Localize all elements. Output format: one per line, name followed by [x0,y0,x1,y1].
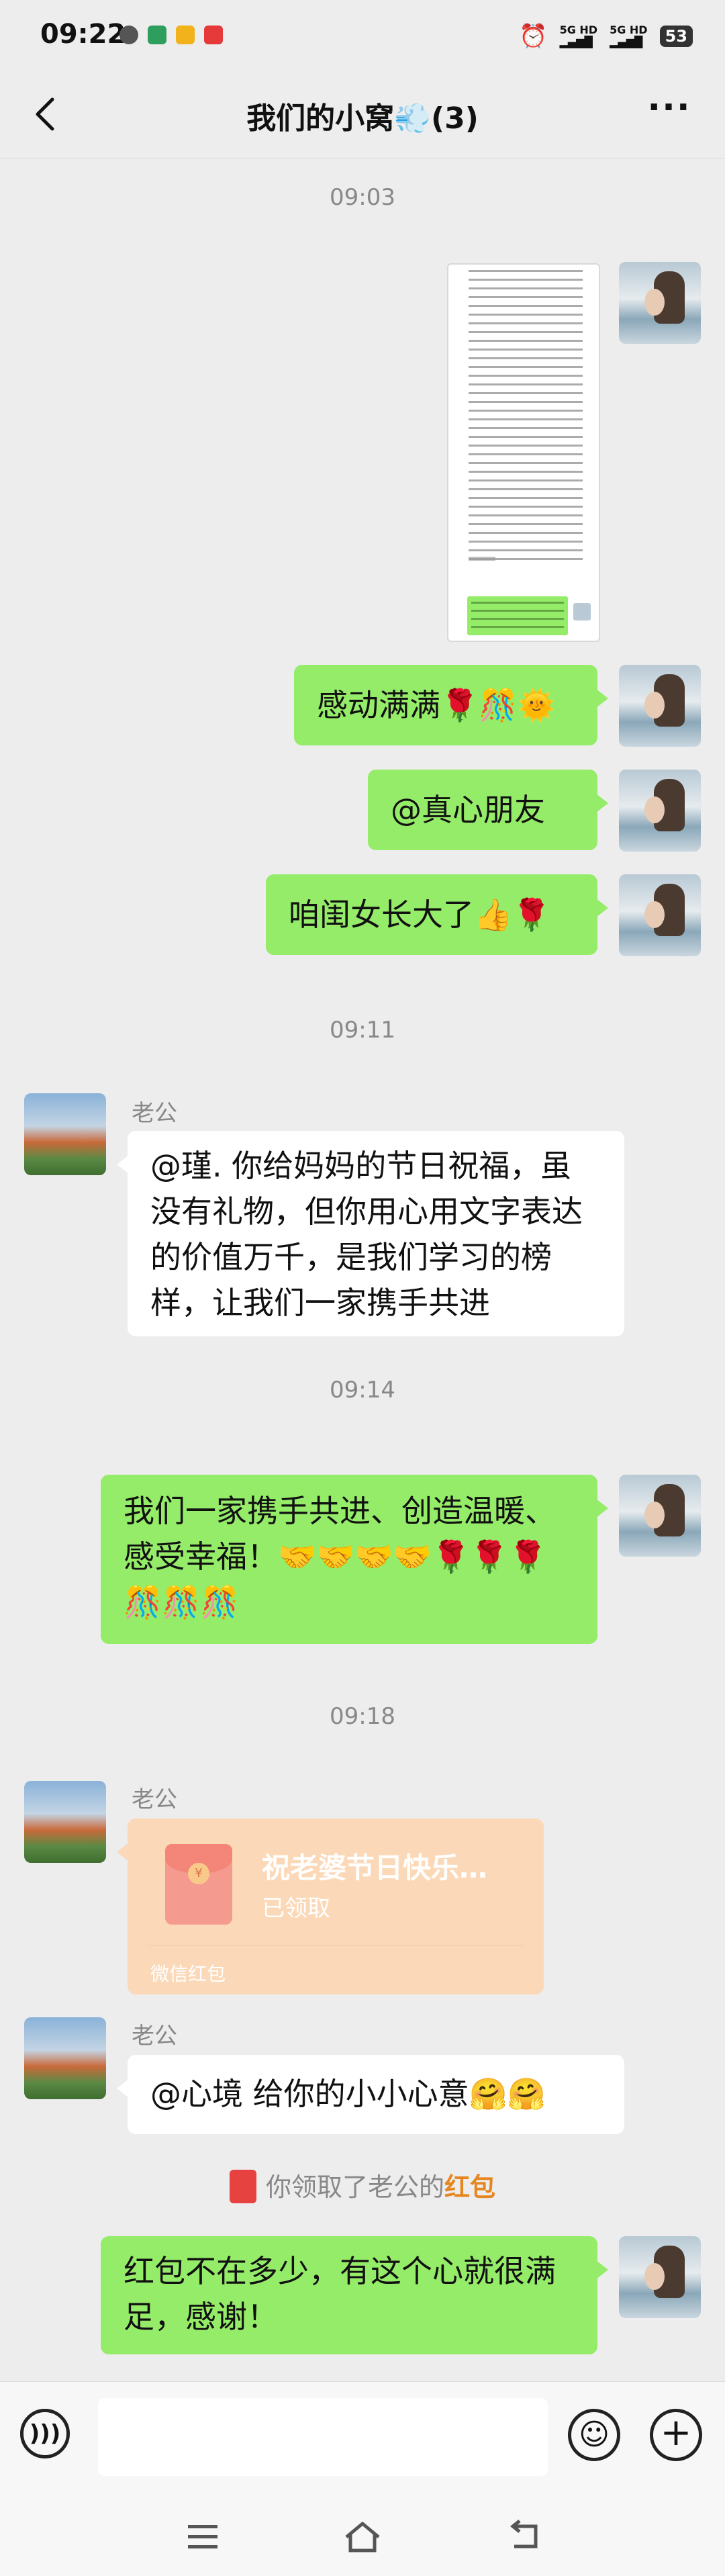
avatar-self[interactable] [619,1475,701,1557]
menu-icon[interactable] [188,2525,218,2549]
voice-icon[interactable]: ))) [20,2409,70,2458]
sender-name: 老公 [132,2023,177,2050]
signal-1: 5G HD ▂▄▆█ [559,24,598,48]
message-bubble-incoming[interactable]: @瑾. 你给妈妈的节日祝福，虽没有礼物，但你用心用文字表达的价值万千，是我们学习… [117,1131,624,1336]
image-green-bubble [467,596,568,635]
app-icon [204,26,223,44]
image-text-footer [469,557,495,561]
sender-name: 老公 [132,1100,177,1127]
timestamp: 09:11 [330,1017,395,1044]
message-bubble-incoming[interactable]: @心境 给你的小小心意🤗🤗 [117,2055,624,2134]
plus-icon[interactable]: + [650,2409,702,2461]
emoji-icon[interactable]: ☺ [568,2409,620,2461]
red-packet-footer: 微信红包 [150,1963,226,1985]
status-notification-icons [119,26,223,44]
avatar-self[interactable] [619,665,701,747]
status-time: 09:22 [40,19,126,50]
input-bar: ))) ☺ + [0,2381,725,2496]
avatar-self[interactable] [619,874,701,956]
chat-title: 我们的小窝💨(3) [246,101,479,136]
message-bubble-outgoing[interactable]: 我们一家携手共进、创造温暖、感受幸福！🤝🤝🤝🤝🌹🌹🌹🎊🎊🎊 [101,1475,608,1644]
message-input[interactable] [98,2398,548,2476]
app-icon [176,26,195,44]
avatar-husband[interactable] [24,1093,106,1175]
message-bubble-outgoing[interactable]: 咱闺女长大了👍🌹 [266,874,608,955]
red-packet-icon: ¥ [165,1844,232,1925]
system-notice: 你领取了老公的红包 [0,2166,725,2206]
red-packet-status: 已领取 [262,1895,330,1922]
signal-2: 5G HD ▂▄▆█ [610,24,648,48]
battery-icon: 53 [659,26,693,47]
more-dots-icon[interactable]: ··· [646,90,693,134]
alarm-icon: ⏰ [519,23,548,50]
home-icon[interactable] [344,2520,381,2553]
message-bubble-outgoing[interactable]: @真心朋友 [368,770,608,850]
image-message[interactable] [447,263,600,642]
status-right: ⏰ 5G HD ▂▄▆█ 5G HD ▂▄▆█ 53 [519,23,693,50]
notification-icon [119,26,138,44]
message-bubble-outgoing[interactable]: 感动满满🌹🎊🌞 [294,665,608,745]
red-packet-mini-icon [229,2169,256,2203]
avatar-husband[interactable] [24,2017,106,2099]
app-icon [148,26,166,44]
avatar-self[interactable] [619,2236,701,2318]
red-packet-message[interactable]: ¥ 祝老婆节日快乐… 已领取 微信红包 [117,1819,544,1994]
timestamp: 09:03 [330,184,395,211]
status-bar: 09:22 ⏰ 5G HD ▂▄▆█ 5G HD ▂▄▆█ 53 [0,0,725,74]
red-packet-title: 祝老婆节日快乐… [262,1851,488,1884]
back-icon[interactable] [505,2520,542,2553]
avatar-self[interactable] [619,262,701,344]
message-bubble-outgoing[interactable]: 红包不在多少，有这个心就很满足，感谢！ [101,2236,608,2354]
avatar-self[interactable] [619,770,701,852]
avatar-husband[interactable] [24,1781,106,1863]
image-avatar-thumb [573,603,591,620]
image-text-lines [469,270,583,560]
sender-name: 老公 [132,1786,177,1813]
red-packet-link[interactable]: 红包 [444,2172,495,2202]
system-nav-bar [0,2495,725,2576]
timestamp: 09:14 [330,1377,395,1404]
timestamp: 09:18 [330,1703,395,1730]
chat-header: 我们的小窝💨(3) ··· [0,74,725,158]
